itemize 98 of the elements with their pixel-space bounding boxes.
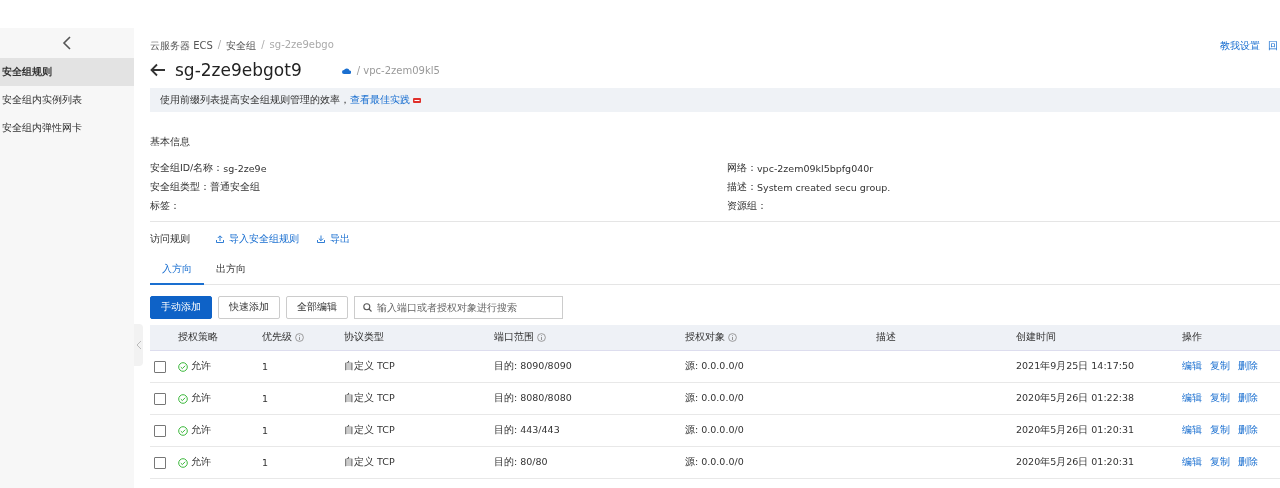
download-icon bbox=[317, 235, 325, 243]
column-header: 授权对象 bbox=[685, 331, 725, 344]
policy-text: 允许 bbox=[191, 392, 211, 405]
export-link[interactable]: 导出 bbox=[317, 232, 350, 246]
table-cell: 1 bbox=[262, 457, 269, 468]
row-action-link[interactable]: 编辑 bbox=[1182, 456, 1202, 469]
direction-tab[interactable]: 入方向 bbox=[150, 262, 204, 285]
upload-icon bbox=[216, 235, 224, 243]
section-heading: 基本信息 bbox=[150, 135, 191, 149]
search-icon bbox=[363, 303, 372, 312]
toolbar-button[interactable]: 快速添加 bbox=[218, 296, 280, 319]
table-cell: 2020年5月26日 01:22:38 bbox=[1016, 392, 1134, 405]
column-header: 描述 bbox=[876, 331, 896, 344]
best-practice-link[interactable]: 查看最佳实践 bbox=[350, 93, 410, 107]
table-cell: 自定义 TCP bbox=[344, 456, 395, 469]
column-header: 创建时间 bbox=[1016, 331, 1056, 344]
table-cell: 目的: 80/80 bbox=[494, 456, 548, 469]
column-header: 协议类型 bbox=[344, 331, 384, 344]
row-action-link[interactable]: 删除 bbox=[1238, 424, 1258, 437]
info-label: 标签： bbox=[150, 199, 180, 213]
table-cell: 1 bbox=[262, 361, 269, 372]
table-cell: 自定义 TCP bbox=[344, 424, 395, 437]
table-cell: 目的: 443/443 bbox=[494, 424, 560, 437]
info-label: 网络： bbox=[727, 161, 757, 173]
chevron-left-icon bbox=[135, 340, 142, 350]
breadcrumb-item[interactable]: 云服务器 ECS bbox=[150, 39, 213, 53]
row-action-link[interactable]: 复制 bbox=[1210, 424, 1230, 437]
table-cell: 1 bbox=[262, 425, 269, 436]
toolbar-button[interactable]: 全部编辑 bbox=[286, 296, 348, 319]
check-circle-icon bbox=[178, 425, 188, 436]
check-circle-icon bbox=[178, 361, 188, 372]
row-action-link[interactable]: 复制 bbox=[1210, 392, 1230, 405]
row-action-link[interactable]: 复制 bbox=[1210, 456, 1230, 469]
table-cell: 目的: 8080/8080 bbox=[494, 392, 572, 405]
row-action-link[interactable]: 删除 bbox=[1238, 456, 1258, 469]
chevron-left-icon bbox=[62, 36, 72, 50]
table-cell: 自定义 TCP bbox=[344, 392, 395, 405]
row-action-link[interactable]: 删除 bbox=[1238, 360, 1258, 373]
row-action-link[interactable]: 复制 bbox=[1210, 360, 1230, 373]
info-value: System created secu group. bbox=[757, 181, 891, 193]
section-heading: 访问规则 bbox=[150, 232, 190, 246]
row-checkbox[interactable] bbox=[154, 392, 166, 405]
top-link[interactable]: 教我设置 bbox=[1220, 39, 1260, 53]
top-link[interactable]: 回 bbox=[1268, 39, 1278, 53]
collapse-handle[interactable] bbox=[134, 324, 143, 366]
info-label: 描述： bbox=[727, 180, 757, 192]
table-cell: 1 bbox=[262, 393, 269, 404]
info-value: sg-2ze9e bbox=[223, 162, 267, 174]
cloud-icon bbox=[341, 66, 351, 74]
back-arrow-icon bbox=[150, 63, 166, 77]
sidebar-item[interactable]: 安全组内弹性网卡 bbox=[0, 114, 134, 142]
breadcrumb-item: sg-2ze9ebgo bbox=[269, 39, 334, 52]
table-cell: 源: 0.0.0.0/0 bbox=[685, 424, 744, 437]
policy-text: 允许 bbox=[191, 424, 211, 437]
search-field[interactable]: 输入端口或者授权对象进行搜索 bbox=[354, 296, 563, 319]
info-label: 安全组ID/名称： bbox=[150, 161, 224, 173]
direction-tab[interactable]: 出方向 bbox=[204, 262, 258, 285]
row-checkbox[interactable] bbox=[154, 360, 166, 373]
info-icon bbox=[728, 333, 737, 342]
policy-text: 允许 bbox=[191, 456, 211, 469]
breadcrumb-separator: / bbox=[217, 39, 222, 52]
table-cell: 源: 0.0.0.0/0 bbox=[685, 360, 744, 373]
breadcrumb-separator: / bbox=[261, 39, 265, 52]
policy-text: 允许 bbox=[191, 360, 211, 373]
row-checkbox[interactable] bbox=[154, 424, 166, 437]
info-label: 资源组： bbox=[727, 199, 767, 213]
table-cell: 目的: 8090/8090 bbox=[494, 360, 572, 373]
info-value: vpc-2zem09kl5bpfg040r bbox=[757, 162, 874, 174]
row-action-link[interactable]: 编辑 bbox=[1182, 360, 1202, 373]
table-cell: 源: 0.0.0.0/0 bbox=[685, 392, 744, 405]
vpc-label: / vpc-2zem09kl5 bbox=[356, 64, 440, 76]
info-label: 安全组类型： bbox=[150, 180, 210, 194]
sidebar-item[interactable]: 安全组规则 bbox=[0, 58, 134, 86]
row-action-link[interactable]: 删除 bbox=[1238, 392, 1258, 405]
table-cell: 2020年5月26日 01:20:31 bbox=[1016, 424, 1134, 437]
add-rule-button[interactable]: 手动添加 bbox=[150, 296, 212, 319]
column-header: 优先级 bbox=[262, 331, 292, 344]
notice-text: 使用前缀列表提高安全组规则管理的效率， bbox=[160, 93, 350, 107]
row-action-link[interactable]: 编辑 bbox=[1182, 424, 1202, 437]
row-checkbox[interactable] bbox=[154, 456, 166, 469]
column-header: 授权策略 bbox=[178, 331, 218, 344]
table-cell: 2020年5月26日 01:20:31 bbox=[1016, 456, 1134, 469]
check-circle-icon bbox=[178, 393, 188, 404]
column-header: 操作 bbox=[1182, 331, 1202, 344]
sidebar-item[interactable]: 安全组内实例列表 bbox=[0, 86, 134, 114]
column-header: 端口范围 bbox=[494, 331, 534, 344]
page-title: sg-2ze9ebgot9 bbox=[175, 60, 302, 80]
row-action-link[interactable]: 编辑 bbox=[1182, 392, 1202, 405]
table-cell: 自定义 TCP bbox=[344, 360, 395, 373]
info-value: 普通安全组 bbox=[210, 180, 260, 194]
import-link[interactable]: 导入安全组规则 bbox=[216, 232, 299, 246]
table-cell: 源: 0.0.0.0/0 bbox=[685, 456, 744, 469]
info-icon bbox=[537, 333, 546, 342]
info-icon bbox=[295, 333, 304, 342]
new-tag-icon bbox=[413, 97, 421, 103]
breadcrumb-item[interactable]: 安全组 bbox=[226, 39, 257, 53]
table-cell: 2021年9月25日 14:17:50 bbox=[1016, 360, 1134, 373]
check-circle-icon bbox=[178, 457, 188, 468]
